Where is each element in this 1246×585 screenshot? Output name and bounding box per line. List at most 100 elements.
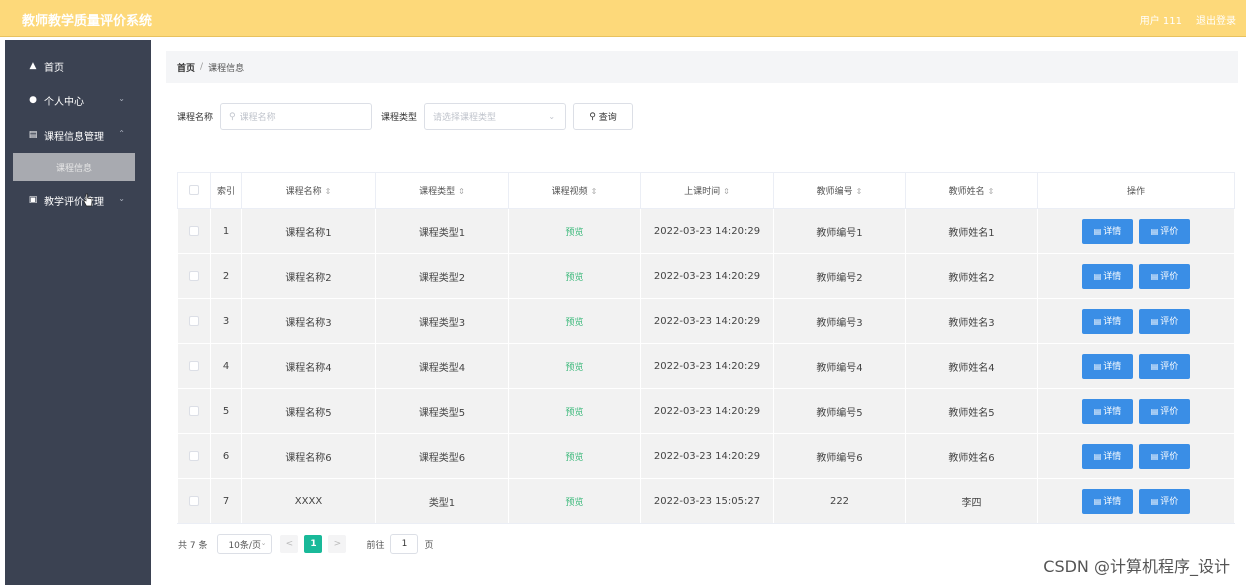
sort-icon[interactable]: ⇕: [458, 187, 465, 196]
sidebar-item-course-management[interactable]: ▤ 课程信息管理 ⌃: [5, 118, 151, 152]
cell-teacher-no: 教师编号6: [773, 433, 906, 479]
page-size-select[interactable]: 10条/页 ⌄: [217, 534, 273, 554]
preview-link[interactable]: 预览: [565, 498, 583, 508]
cell-course-name: 课程名称1: [241, 208, 376, 254]
detail-button[interactable]: ▤ 详情: [1082, 263, 1133, 289]
cell-class-time: 2022-03-23 14:20:29: [640, 388, 774, 434]
column-header-teacher-name[interactable]: 教师姓名 ⇕: [905, 172, 1038, 209]
course-name-label: 课程名称: [177, 113, 214, 123]
detail-button[interactable]: ▤ 详情: [1082, 353, 1133, 379]
detail-button[interactable]: ▤ 详情: [1082, 488, 1133, 514]
evaluate-button[interactable]: ▤ 评价: [1139, 263, 1190, 289]
sort-icon[interactable]: ⇕: [988, 187, 995, 196]
evaluate-icon: ▤: [1150, 406, 1159, 416]
row-checkbox[interactable]: [189, 225, 199, 236]
column-header-index: 索引: [210, 172, 242, 209]
next-page-button[interactable]: >: [328, 535, 347, 553]
cell-teacher-name: 教师姓名5: [905, 388, 1038, 434]
row-select-cell[interactable]: [177, 208, 211, 254]
row-select-cell[interactable]: [177, 253, 211, 299]
select-all-cell[interactable]: [177, 172, 211, 209]
breadcrumb-home[interactable]: 首页: [177, 61, 195, 74]
current-page-button[interactable]: 1: [304, 535, 323, 553]
prev-page-button[interactable]: <: [280, 535, 299, 553]
sidebar-subitem-course-info[interactable]: 课程信息: [13, 153, 135, 181]
cell-course-video: 预览: [508, 208, 641, 254]
row-checkbox[interactable]: [189, 450, 199, 461]
logout-link[interactable]: 退出登录: [1196, 12, 1236, 27]
evaluate-button[interactable]: ▤ 评价: [1139, 488, 1190, 514]
row-checkbox[interactable]: [189, 270, 199, 281]
column-header-course-name[interactable]: 课程名称 ⇕: [241, 172, 376, 209]
course-type-select[interactable]: 请选择课程类型 ⌄: [424, 103, 567, 130]
cell-course-type: 课程类型4: [375, 343, 509, 389]
table-header-row: 索引 课程名称 ⇕ 课程类型 ⇕ 课程视频 ⇕ 上课时间 ⇕ 教师编号 ⇕ 教师姓名 ⇕ 操…: [177, 172, 1235, 209]
sort-icon[interactable]: ⇕: [325, 187, 332, 196]
row-checkbox[interactable]: [189, 315, 199, 326]
row-checkbox[interactable]: [189, 405, 199, 416]
cell-course-name: 课程名称4: [241, 343, 376, 389]
sort-icon[interactable]: ⇕: [723, 187, 730, 196]
detail-button[interactable]: ▤ 详情: [1082, 443, 1133, 469]
column-header-class-time[interactable]: 上课时间 ⇕: [640, 172, 774, 209]
row-select-cell[interactable]: [177, 343, 211, 389]
chevron-down-icon: ⌄: [118, 194, 125, 203]
sort-icon[interactable]: ⇕: [591, 187, 598, 196]
evaluate-button[interactable]: ▤ 评价: [1139, 353, 1190, 379]
user-label[interactable]: 用户 111: [1140, 12, 1182, 27]
cell-actions: ▤ 详情 ▤ 评价: [1037, 388, 1235, 434]
chevron-down-icon: ⌄: [548, 112, 556, 121]
evaluate-icon: ▤: [1150, 271, 1159, 281]
row-select-cell[interactable]: [177, 298, 211, 344]
cell-course-type: 课程类型1: [375, 208, 509, 254]
watermark: CSDN @计算机程序_设计: [1043, 557, 1230, 576]
sidebar-item-personal-center[interactable]: ● 个人中心 ⌄: [5, 83, 151, 117]
sidebar-item-home[interactable]: ▲ 首页: [5, 49, 151, 83]
chevron-down-icon: ⌄: [118, 94, 125, 103]
preview-link[interactable]: 预览: [565, 273, 583, 283]
cell-index: 1: [210, 208, 242, 254]
cell-index: 6: [210, 433, 242, 479]
cell-index: 3: [210, 298, 242, 344]
evaluate-button[interactable]: ▤ 评价: [1139, 398, 1190, 424]
evaluate-button[interactable]: ▤ 评价: [1139, 308, 1190, 334]
goto-page-input[interactable]: 1: [390, 534, 419, 554]
preview-link[interactable]: 预览: [565, 453, 583, 463]
row-select-cell[interactable]: [177, 433, 211, 479]
table-row: 7 XXXX 类型1 预览 2022-03-23 15:05:27 222 李四…: [177, 478, 1235, 524]
preview-link[interactable]: 预览: [565, 228, 583, 238]
course-name-placeholder: 课程名称: [239, 113, 276, 123]
detail-icon: ▤: [1093, 451, 1102, 461]
column-header-teacher-no[interactable]: 教师编号 ⇕: [773, 172, 906, 209]
detail-button[interactable]: ▤ 详情: [1082, 308, 1133, 334]
sidebar-item-teaching-evaluation[interactable]: ▣ 教学评价管理 ⌄: [5, 183, 151, 217]
cell-teacher-name: 李四: [905, 478, 1038, 524]
evaluate-icon: ▤: [1150, 451, 1159, 461]
sidebar: ▲ 首页 ● 个人中心 ⌄ ▤ 课程信息管理 ⌃ 课程信息 ▣ 教学评价管理 ⌄: [5, 40, 151, 585]
preview-link[interactable]: 预览: [565, 318, 583, 328]
cell-course-name: 课程名称2: [241, 253, 376, 299]
search-button[interactable]: ⚲ 查询: [573, 103, 633, 130]
course-name-input[interactable]: ⚲ 课程名称: [220, 103, 373, 130]
row-select-cell[interactable]: [177, 388, 211, 434]
detail-button[interactable]: ▤ 详情: [1082, 398, 1133, 424]
top-right-actions: 用户 111 退出登录: [1140, 12, 1236, 27]
column-header-course-type[interactable]: 课程类型 ⇕: [375, 172, 509, 209]
course-type-label: 课程类型: [381, 113, 418, 123]
select-all-checkbox[interactable]: [189, 185, 199, 196]
preview-link[interactable]: 预览: [565, 408, 583, 418]
detail-button[interactable]: ▤ 详情: [1082, 218, 1133, 244]
evaluate-button[interactable]: ▤ 评价: [1139, 218, 1190, 244]
evaluate-button[interactable]: ▤ 评价: [1139, 443, 1190, 469]
row-checkbox[interactable]: [189, 495, 199, 506]
cell-actions: ▤ 详情 ▤ 评价: [1037, 253, 1235, 299]
cell-index: 4: [210, 343, 242, 389]
sort-icon[interactable]: ⇕: [856, 187, 863, 196]
cell-teacher-no: 教师编号3: [773, 298, 906, 344]
row-select-cell[interactable]: [177, 478, 211, 524]
preview-link[interactable]: 预览: [565, 363, 583, 373]
cell-class-time: 2022-03-23 14:20:29: [640, 253, 774, 299]
column-header-course-video[interactable]: 课程视频 ⇕: [508, 172, 641, 209]
course-type-placeholder: 请选择课程类型: [433, 113, 497, 123]
row-checkbox[interactable]: [189, 360, 199, 371]
